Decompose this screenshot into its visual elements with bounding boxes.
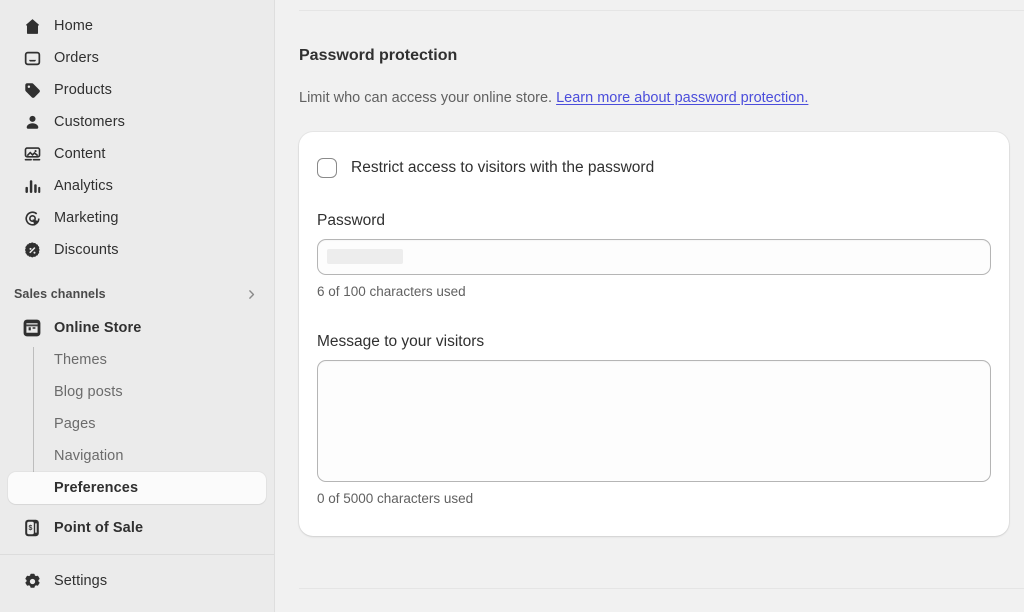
sidebar-item-content[interactable]: Content xyxy=(8,138,266,170)
customers-person-icon xyxy=(22,112,42,132)
sidebar-item-navigation[interactable]: Navigation xyxy=(8,440,266,472)
sidebar-item-label: Themes xyxy=(54,352,107,368)
storefront-icon xyxy=(22,318,42,338)
sidebar-section-label: Sales channels xyxy=(14,287,106,301)
sidebar-item-online-store[interactable]: Online Store xyxy=(8,312,266,344)
products-tag-icon xyxy=(22,80,42,100)
sidebar-item-label: Point of Sale xyxy=(54,520,143,536)
gear-icon xyxy=(22,571,42,591)
main-content: Password protection Limit who can access… xyxy=(275,0,1024,612)
sidebar-item-label: Online Store xyxy=(54,320,141,336)
sidebar-item-products[interactable]: Products xyxy=(8,74,266,106)
orders-icon xyxy=(22,48,42,68)
password-protection-card: Restrict access to visitors with the pas… xyxy=(299,132,1009,536)
sidebar-section-sales-channels[interactable]: Sales channels xyxy=(8,280,266,308)
sidebar-item-analytics[interactable]: Analytics xyxy=(8,170,266,202)
sidebar-item-label: Pages xyxy=(54,416,96,432)
sidebar-item-label: Home xyxy=(54,18,93,34)
sidebar-item-label: Settings xyxy=(54,573,107,589)
sidebar-item-label: Analytics xyxy=(54,178,113,194)
learn-more-link[interactable]: Learn more about password protection. xyxy=(556,90,808,106)
content-image-icon xyxy=(22,144,42,164)
sidebar-item-discounts[interactable]: Discounts xyxy=(8,234,266,266)
sidebar-item-label: Discounts xyxy=(54,242,119,258)
password-field-label: Password xyxy=(317,212,991,230)
restrict-access-checkbox-row[interactable]: Restrict access to visitors with the pas… xyxy=(317,158,991,178)
sidebar-item-label: Marketing xyxy=(54,210,119,226)
message-textarea[interactable] xyxy=(317,360,991,482)
svg-text:$: $ xyxy=(28,525,32,532)
sidebar-divider xyxy=(0,554,274,555)
chevron-right-icon[interactable] xyxy=(245,288,258,301)
analytics-bars-icon xyxy=(22,176,42,196)
restrict-access-checkbox-label: Restrict access to visitors with the pas… xyxy=(351,159,654,177)
point-of-sale-icon: $ xyxy=(22,518,42,538)
sidebar-item-label: Products xyxy=(54,82,112,98)
sidebar-item-label: Blog posts xyxy=(54,384,123,400)
sidebar-item-preferences[interactable]: Preferences xyxy=(8,472,266,504)
sidebar-item-orders[interactable]: Orders xyxy=(8,42,266,74)
app-root: Home Orders Products Customers Content xyxy=(0,0,1024,612)
sidebar-item-customers[interactable]: Customers xyxy=(8,106,266,138)
marketing-target-icon xyxy=(22,208,42,228)
message-character-counter: 0 of 5000 characters used xyxy=(317,491,991,506)
sidebar-item-label: Customers xyxy=(54,114,125,130)
bottom-divider xyxy=(299,588,1024,589)
sidebar-item-label: Navigation xyxy=(54,448,124,464)
sidebar-item-label: Content xyxy=(54,146,106,162)
page-title: Password protection xyxy=(299,46,1008,66)
discounts-percent-icon xyxy=(22,240,42,260)
password-redacted-value xyxy=(327,249,403,264)
sidebar-item-label: Orders xyxy=(54,50,99,66)
sidebar-item-themes[interactable]: Themes xyxy=(8,344,266,376)
sidebar-item-settings[interactable]: Settings xyxy=(8,565,266,597)
sidebar: Home Orders Products Customers Content xyxy=(0,0,275,612)
top-divider xyxy=(299,10,1024,11)
message-field-label: Message to your visitors xyxy=(317,333,991,351)
sidebar-item-blog-posts[interactable]: Blog posts xyxy=(8,376,266,408)
sidebar-item-pages[interactable]: Pages xyxy=(8,408,266,440)
sidebar-item-label: Preferences xyxy=(54,480,138,496)
page-description-text: Limit who can access your online store. xyxy=(299,90,556,106)
password-character-counter: 6 of 100 characters used xyxy=(317,284,991,299)
restrict-access-checkbox[interactable] xyxy=(317,158,337,178)
sidebar-item-marketing[interactable]: Marketing xyxy=(8,202,266,234)
page-description: Limit who can access your online store. … xyxy=(299,88,1008,108)
settings-section: Password protection Limit who can access… xyxy=(275,0,1024,536)
home-icon xyxy=(22,16,42,36)
sidebar-item-home[interactable]: Home xyxy=(8,10,266,42)
password-input[interactable] xyxy=(317,239,991,275)
sidebar-item-point-of-sale[interactable]: $ Point of Sale xyxy=(8,512,266,544)
